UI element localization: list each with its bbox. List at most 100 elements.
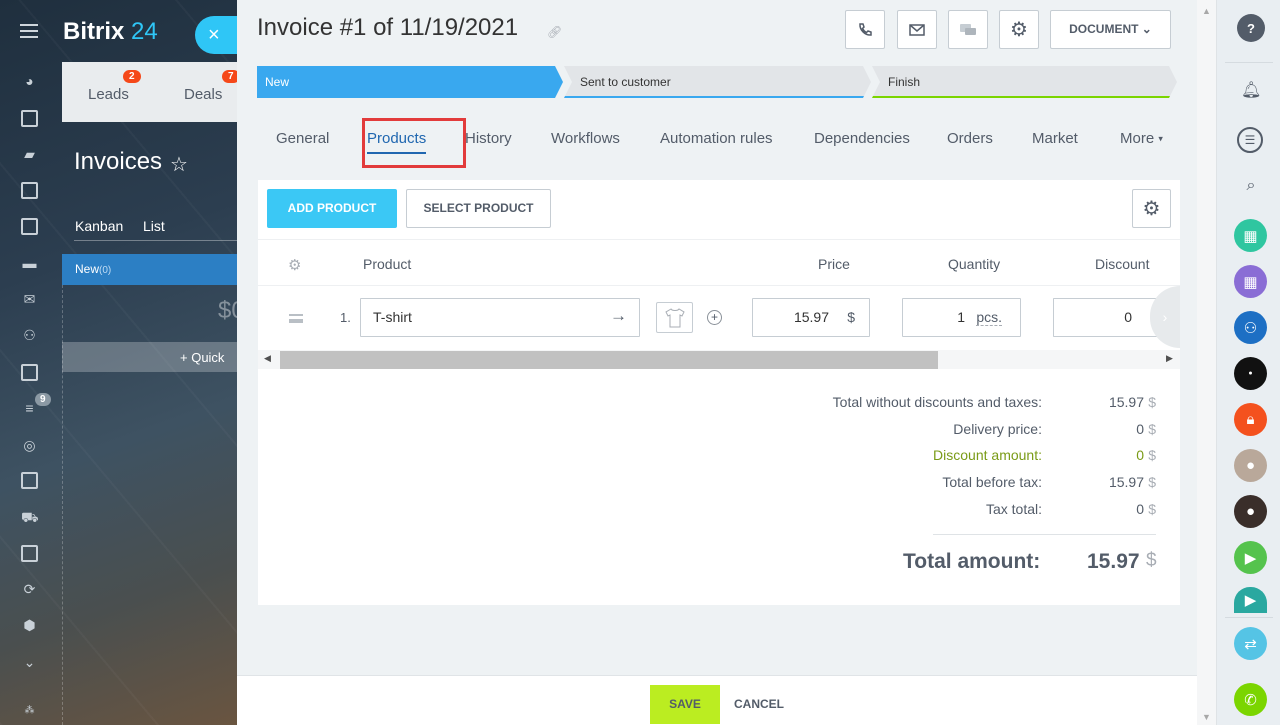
- select-product-button[interactable]: SELECT PRODUCT: [406, 189, 551, 228]
- grid-settings-button[interactable]: ⚙: [1132, 189, 1171, 228]
- settings-button[interactable]: ⚙: [999, 10, 1039, 49]
- quantity-unit[interactable]: pcs.: [976, 309, 1002, 326]
- tasks-icon[interactable]: [21, 364, 38, 381]
- total-amount-value: 15.97: [1087, 550, 1140, 573]
- drag-handle-icon[interactable]: [289, 314, 303, 323]
- transfer-icon[interactable]: ⇄: [1234, 627, 1267, 660]
- email-button[interactable]: [897, 10, 937, 49]
- column-settings-icon[interactable]: ⚙: [288, 256, 301, 274]
- lock-chat-icon[interactable]: 🔒︎: [1234, 403, 1267, 436]
- chat-icon[interactable]: ▰: [21, 146, 38, 163]
- scrollbar-thumb[interactable]: [280, 351, 938, 369]
- video-chat-icon[interactable]: ▶: [1234, 587, 1267, 613]
- vertical-scrollbar[interactable]: ▲ ▼: [1197, 0, 1216, 725]
- view-tab-kanban[interactable]: Kanban: [75, 218, 123, 234]
- product-image-thumbnail[interactable]: [656, 302, 693, 333]
- menu-icon[interactable]: [20, 24, 38, 38]
- shop-cart-icon[interactable]: ⛟: [21, 509, 39, 526]
- messages-icon[interactable]: ☰: [1237, 127, 1263, 153]
- mail-icon[interactable]: ✉: [21, 291, 38, 308]
- add-product-button[interactable]: ADD PRODUCT: [267, 189, 397, 228]
- video-call-icon[interactable]: ▶: [1234, 541, 1267, 574]
- calendar-chat-icon[interactable]: ▦: [1234, 219, 1267, 252]
- drive-icon[interactable]: ▬: [21, 255, 38, 272]
- brand-logo[interactable]: Bitrix 24: [63, 18, 158, 46]
- favorite-star-icon[interactable]: ☆: [170, 152, 188, 177]
- copy-link-icon[interactable]: 🔗︎: [547, 25, 562, 39]
- price-field[interactable]: 15.97 $: [752, 298, 870, 337]
- stage-pipeline: New Sent to customer Finish: [257, 66, 1177, 98]
- call-button[interactable]: [845, 10, 885, 49]
- page-title: Invoices: [74, 148, 163, 175]
- horizontal-scrollbar[interactable]: ◀ ▶: [258, 350, 1180, 369]
- tab-market[interactable]: Market: [1032, 130, 1078, 147]
- column-header-price[interactable]: Price: [818, 256, 850, 272]
- total-currency-symbol: $: [1146, 550, 1157, 571]
- contact-center-icon[interactable]: [21, 545, 38, 562]
- stage-new[interactable]: New: [257, 66, 563, 98]
- table-row: 1. T-shirt → + 15.97 $ 1 pcs. 0 %: [258, 286, 1180, 348]
- stage-finish[interactable]: Finish: [872, 66, 1177, 98]
- sites-icon[interactable]: [21, 472, 38, 489]
- group-chat-icon[interactable]: ⚇: [1234, 311, 1267, 344]
- search-icon[interactable]: ⌕: [1241, 177, 1261, 197]
- currency-symbol: $: [1148, 501, 1156, 517]
- target-icon[interactable]: ◎: [21, 437, 38, 454]
- column-header-quantity[interactable]: Quantity: [948, 256, 1000, 272]
- document-dropdown-button[interactable]: DOCUMENT ⌄: [1050, 10, 1171, 49]
- more-down-icon[interactable]: ⌄: [21, 654, 38, 671]
- quantity-field[interactable]: 1 pcs.: [902, 298, 1021, 337]
- calendar-icon[interactable]: [21, 182, 38, 199]
- crm-tab-leads[interactable]: Leads: [88, 86, 129, 103]
- stage-sent-to-customer[interactable]: Sent to customer: [564, 66, 871, 98]
- price-value: 15.97: [793, 309, 829, 325]
- crm-tab-deals[interactable]: Deals: [184, 86, 222, 103]
- documents-icon[interactable]: [21, 218, 38, 235]
- products-card: ADD PRODUCT SELECT PRODUCT ⚙ ⚙ Product P…: [258, 180, 1180, 605]
- tab-dependencies[interactable]: Dependencies: [814, 130, 910, 147]
- feed-icon[interactable]: [21, 110, 38, 127]
- tshirt-icon: [664, 307, 685, 327]
- user-avatar[interactable]: ●: [1234, 495, 1267, 528]
- tab-automation-rules[interactable]: Automation rules: [660, 130, 773, 147]
- product-name-field[interactable]: T-shirt →: [360, 298, 640, 337]
- calendar-group-icon[interactable]: ▦: [1234, 265, 1267, 298]
- currency-symbol: $: [1148, 474, 1156, 490]
- scroll-down-arrow-icon[interactable]: ▼: [1202, 712, 1211, 722]
- help-icon[interactable]: ?: [1237, 14, 1265, 42]
- scroll-up-arrow-icon[interactable]: ▲: [1202, 6, 1211, 16]
- column-header-discount[interactable]: Discount: [1095, 256, 1149, 272]
- tab-orders[interactable]: Orders: [947, 130, 993, 147]
- chat-button[interactable]: [948, 10, 988, 49]
- column-header-product[interactable]: Product: [363, 256, 411, 272]
- tab-general[interactable]: General: [276, 130, 329, 147]
- save-button[interactable]: SAVE: [650, 685, 720, 724]
- arrow-right-icon[interactable]: →: [610, 306, 627, 326]
- telephony-icon[interactable]: ✆: [1234, 683, 1267, 716]
- kanban-stage-new[interactable]: New(0): [62, 254, 240, 285]
- tab-history[interactable]: History: [465, 130, 512, 147]
- scroll-right-arrow-icon[interactable]: ▶: [1166, 353, 1173, 364]
- tab-workflows[interactable]: Workflows: [551, 130, 620, 147]
- sync-icon[interactable]: ⟳: [21, 581, 38, 598]
- chat-icon: [960, 23, 976, 35]
- price-currency: $: [847, 309, 855, 325]
- crm-icon[interactable]: ◕: [21, 73, 38, 90]
- footer-bar: SAVE CANCEL: [237, 675, 1197, 725]
- view-tab-list[interactable]: List: [143, 218, 165, 234]
- inventory-icon[interactable]: ⬢: [21, 617, 38, 634]
- user-avatar[interactable]: ●: [1234, 449, 1267, 482]
- delivery-price-value: 0: [1136, 421, 1144, 437]
- fusion-avatar[interactable]: ●: [1234, 357, 1267, 390]
- add-image-icon[interactable]: +: [707, 310, 722, 325]
- cancel-button[interactable]: CANCEL: [734, 685, 784, 724]
- quick-add-button[interactable]: + Quick: [62, 342, 240, 372]
- close-slider-button[interactable]: ×: [195, 16, 240, 54]
- groups-icon[interactable]: ⚇: [21, 327, 38, 344]
- left-icon-bar: ◕ ▰ ▬ ✉ ⚇ ≡ 9 ◎ ⛟ ⟳ ⬢ ⌄ ⁂: [0, 0, 60, 725]
- tab-more[interactable]: More ▾: [1120, 130, 1163, 147]
- network-icon[interactable]: ⁂: [21, 702, 38, 719]
- tax-total-value: 0: [1136, 501, 1144, 517]
- notifications-bell-icon[interactable]: 🔔︎: [1241, 80, 1261, 100]
- scroll-left-arrow-icon[interactable]: ◀: [264, 353, 271, 364]
